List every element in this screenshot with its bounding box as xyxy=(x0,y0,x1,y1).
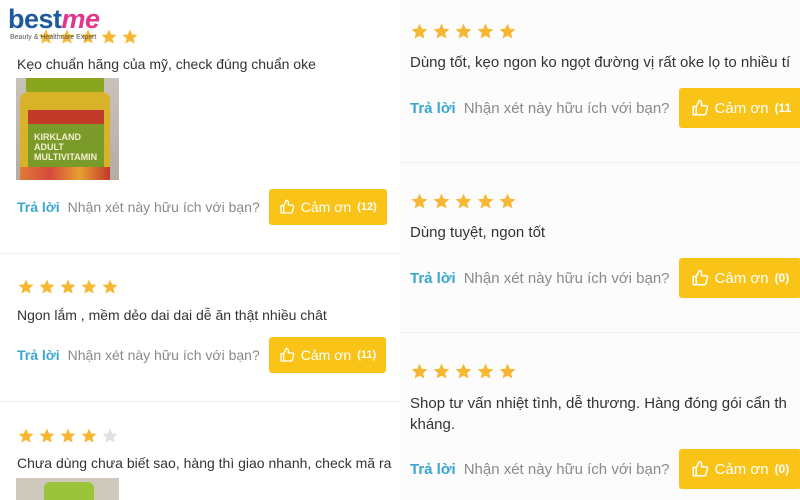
star-filled-icon xyxy=(455,363,472,379)
star-filled-icon xyxy=(39,279,55,294)
star-filled-icon xyxy=(499,363,516,379)
star-filled-icon xyxy=(433,23,450,39)
logo-tagline: Beauty & Healthcare Expert xyxy=(10,34,97,41)
review-photo[interactable]: KIRKLAND ADULT MULTIVITAMIN xyxy=(16,78,119,180)
review-actions: Trả lời Nhận xét này hữu ích với bạn? Cả… xyxy=(410,258,800,298)
review-text: Kẹo chuẩn hãng của mỹ, check đúng chuẩn … xyxy=(17,56,316,72)
star-filled-icon xyxy=(81,279,97,294)
star-filled-icon xyxy=(455,193,472,209)
star-rating xyxy=(410,22,517,41)
star-rating xyxy=(17,427,119,445)
star-filled-icon xyxy=(39,428,55,443)
divider xyxy=(0,253,400,254)
thumbs-up-icon xyxy=(692,99,708,116)
thanks-button[interactable]: Cảm ơn (11 xyxy=(678,88,800,128)
reply-link[interactable]: Trả lời xyxy=(17,347,60,363)
thanks-button[interactable]: Cảm ơn (11) xyxy=(268,337,387,373)
thanks-button[interactable]: Cảm ơn (0) xyxy=(678,449,800,489)
thanks-count: (12) xyxy=(357,201,377,213)
star-rating xyxy=(410,362,517,381)
review-actions: Trả lời Nhận xét này hữu ích với bạn? Cả… xyxy=(17,337,387,373)
reply-link[interactable]: Trả lời xyxy=(17,199,60,215)
review-text: Dùng tốt, kẹo ngon ko ngọt đường vị rất … xyxy=(410,54,791,71)
star-filled-icon xyxy=(477,23,494,39)
star-filled-icon xyxy=(81,428,97,443)
star-filled-icon xyxy=(477,193,494,209)
review-photo[interactable] xyxy=(16,478,119,500)
thumbs-up-icon xyxy=(692,460,708,477)
thanks-count: (0) xyxy=(774,462,790,476)
star-filled-icon xyxy=(122,29,138,44)
star-filled-icon xyxy=(411,193,428,209)
helpful-question: Nhận xét này hữu ích với bạn? xyxy=(67,199,260,215)
star-filled-icon xyxy=(101,29,117,44)
star-filled-icon xyxy=(477,363,494,379)
reply-link[interactable]: Trả lời xyxy=(410,270,456,287)
star-filled-icon xyxy=(102,279,118,294)
thanks-label: Cảm ơn xyxy=(714,269,769,287)
helpful-question: Nhận xét này hữu ích với bạn? xyxy=(463,460,670,478)
review-actions: Trả lời Nhận xét này hữu ích với bạn? Cả… xyxy=(17,189,387,225)
star-filled-icon xyxy=(455,23,472,39)
star-rating xyxy=(17,278,119,296)
review-actions: Trả lời Nhận xét này hữu ích với bạn? Cả… xyxy=(410,88,800,128)
thanks-label: Cảm ơn xyxy=(300,199,352,215)
thanks-count: (11) xyxy=(357,349,377,361)
reviews-column-left: Kẹo chuẩn hãng của mỹ, check đúng chuẩn … xyxy=(0,0,400,500)
star-filled-icon xyxy=(18,428,34,443)
reviews-column-right: Dùng tốt, kẹo ngon ko ngọt đường vị rất … xyxy=(400,0,800,500)
star-filled-icon xyxy=(499,193,516,209)
thanks-count: (11 xyxy=(774,101,792,115)
thumbs-up-icon xyxy=(692,269,708,286)
divider xyxy=(400,162,800,163)
star-filled-icon xyxy=(18,279,34,294)
helpful-question: Nhận xét này hữu ích với bạn? xyxy=(463,269,670,287)
star-empty-icon xyxy=(102,428,118,443)
photo-label-text: KIRKLAND ADULT MULTIVITAMIN xyxy=(34,132,98,162)
star-filled-icon xyxy=(60,428,76,443)
review-actions: Trả lời Nhận xét này hữu ích với bạn? Cả… xyxy=(410,449,800,489)
thanks-label: Cảm ơn xyxy=(714,460,769,478)
star-filled-icon xyxy=(411,363,428,379)
thanks-label: Cảm ơn xyxy=(300,347,352,363)
helpful-question: Nhận xét này hữu ích với bạn? xyxy=(463,99,670,117)
reply-link[interactable]: Trả lời xyxy=(410,100,456,117)
helpful-question: Nhận xét này hữu ích với bạn? xyxy=(67,347,260,363)
divider xyxy=(400,332,800,333)
thanks-count: (0) xyxy=(774,271,790,285)
logo-text-me: me xyxy=(61,4,101,34)
review-text: Chưa dùng chưa biết sao, hàng thì giao n… xyxy=(17,455,392,471)
thanks-button[interactable]: Cảm ơn (0) xyxy=(678,258,800,298)
logo-text-best: best xyxy=(8,4,62,34)
review-text: Dùng tuyệt, ngon tốt xyxy=(410,224,546,241)
thumbs-up-icon xyxy=(280,347,295,362)
thanks-label: Cảm ơn xyxy=(714,99,769,117)
thanks-button[interactable]: Cảm ơn (12) xyxy=(268,189,387,225)
reply-link[interactable]: Trả lời xyxy=(410,461,456,478)
review-text: Ngon lắm , mềm dẻo dai dai dễ ăn thật nh… xyxy=(17,307,327,323)
divider xyxy=(0,401,400,402)
star-filled-icon xyxy=(499,23,516,39)
review-text-continued: kháng. xyxy=(410,416,456,433)
star-filled-icon xyxy=(433,193,450,209)
review-text: Shop tư vấn nhiệt tình, dễ thương. Hàng … xyxy=(410,395,787,412)
star-filled-icon xyxy=(433,363,450,379)
star-filled-icon xyxy=(60,279,76,294)
star-filled-icon xyxy=(411,23,428,39)
star-rating xyxy=(410,192,517,211)
thumbs-up-icon xyxy=(280,199,295,214)
